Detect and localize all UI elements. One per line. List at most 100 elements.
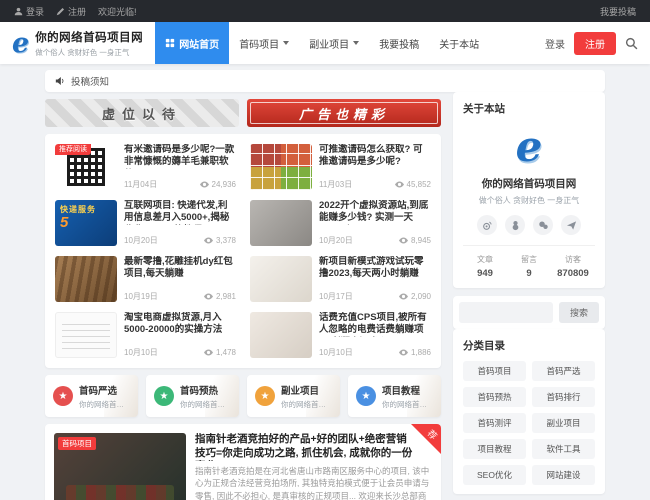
share-plane-icon[interactable] (561, 215, 581, 235)
topbar-login[interactable]: 登录 (14, 5, 44, 18)
stat-comments: 留言 9 (521, 255, 537, 279)
star-icon: ★ (255, 386, 275, 406)
article-title: 最新零撸,花雕挂机dy红包项目,每天躺赚 (124, 256, 233, 280)
article-date: 11月03日 (319, 180, 353, 189)
logo-e-icon: e (515, 122, 543, 171)
article-item[interactable]: 最新零撸,花雕挂机dy红包项目,每天躺赚 10月19日 2,981 (55, 256, 236, 302)
article-thumbnail-qrcode: 推荐阅读 (55, 144, 117, 190)
article-list: 推荐阅读 有米邀请码是多少呢?一款非常慷慨的薅羊毛兼职软件 11月04日 24,… (45, 134, 441, 368)
login-link[interactable]: 登录 (545, 36, 565, 51)
nav-item-shouma[interactable]: 首码项目 (229, 22, 299, 64)
article-title: 淘宝电商虚拟货源,月入5000-20000的实操方法 (124, 312, 223, 336)
topbar-register[interactable]: 注册 (56, 5, 86, 18)
category-link[interactable]: 首码预热 (463, 387, 526, 407)
nav-item-fuye[interactable]: 副业项目 (299, 22, 369, 64)
category-card-jiaocheng[interactable]: ★ 项目教程 你的网络首码项目… (348, 375, 441, 417)
article-views: 45,852 (406, 180, 431, 189)
category-card-fuye[interactable]: ★ 副业项目 你的网络首码项目… (247, 375, 340, 417)
star-icon: ★ (53, 386, 73, 406)
article-views: 2,090 (410, 292, 431, 301)
article-item[interactable]: 推荐阅读 有米邀请码是多少呢?一款非常慷慨的薅羊毛兼职软件 11月04日 24,… (55, 144, 236, 190)
eye-icon (398, 293, 408, 300)
register-button[interactable]: 注册 (574, 31, 616, 55)
speaker-icon (55, 76, 65, 86)
article-views: 24,936 (211, 180, 236, 189)
category-card-desc: 你的网络首码项目… (382, 399, 433, 409)
article-item[interactable]: 新项目新模式游戏试玩零撸2023,每天两小时躺赚50+ 10月17日 2,090 (250, 256, 431, 302)
user-icon (14, 7, 23, 16)
category-card-shouma-yanxuan[interactable]: ★ 首码严选 你的网络首码项目… (45, 375, 138, 417)
notice-label: 投稿须知 (71, 77, 110, 88)
category-link[interactable]: 项目教程 (463, 439, 526, 459)
site-name: 你的网络首码项目网 (35, 31, 144, 44)
logo-e-icon: e (12, 27, 30, 59)
category-link[interactable]: SEO优化 (463, 465, 526, 485)
article-date: 10月10日 (124, 348, 158, 357)
social-links (463, 215, 595, 235)
topbar-submit-link[interactable]: 我要投稿 (600, 5, 636, 18)
category-card-desc: 你的网络首码项目… (180, 399, 231, 409)
category-link[interactable]: 软件工具 (532, 439, 595, 459)
weibo-icon[interactable] (477, 215, 497, 235)
nav-item-submit[interactable]: 我要投稿 (369, 22, 429, 64)
recommend-badge: 推荐阅读 (55, 144, 91, 156)
content-column: 虚位以待 广告也精彩 推荐阅读 有米邀请码是多少呢?一款非常慷慨的薅羊毛兼职软件… (45, 92, 441, 500)
category-link[interactable]: 副业项目 (532, 413, 595, 433)
category-card-shouma-yure[interactable]: ★ 首码预热 你的网络首码项目… (146, 375, 239, 417)
wechat-icon[interactable] (533, 215, 553, 235)
site-logo[interactable]: e 你的网络首码项目网 做个俗人 贪财好色 一身正气 (12, 29, 143, 58)
categories-title: 分类目录 (463, 340, 505, 352)
chevron-down-icon (283, 41, 290, 45)
article-date: 10月19日 (124, 292, 158, 301)
thumbnail-number: 5 (60, 214, 69, 231)
search-input[interactable] (459, 302, 553, 323)
article-item[interactable]: 可推邀请码怎么获取? 可推邀请码是多少呢? 11月03日 45,852 (250, 144, 431, 190)
search-icon[interactable] (625, 37, 638, 50)
article-title: 可推邀请码怎么获取? 可推邀请码是多少呢? (319, 144, 423, 168)
category-card-desc: 你的网络首码项目… (79, 399, 130, 409)
chevron-down-icon (353, 41, 360, 45)
category-link[interactable]: 网站建设 (532, 465, 595, 485)
site-tagline: 做个俗人 贪财好色 一身正气 (35, 47, 130, 57)
nav-item-home[interactable]: 网站首页 (155, 22, 230, 64)
article-title: 互联网项目: 快递代发,利用信息差月入5000+,揭秘收费1288元的教程 (124, 200, 230, 225)
topbar: 登录 注册 欢迎光临! 我要投稿 (0, 0, 650, 22)
article-item[interactable]: 淘宝电商虚拟货源,月入5000-20000的实操方法 10月10日 1,478 (55, 312, 236, 358)
eye-icon (203, 293, 213, 300)
category-link[interactable]: 首码严选 (532, 361, 595, 381)
ad-placeholder-banner[interactable]: 虚位以待 (45, 99, 239, 127)
search-widget: 搜索 (453, 296, 605, 329)
eye-icon (203, 349, 213, 356)
stat-articles: 文章 949 (477, 255, 493, 279)
site-stats: 文章 949 留言 9 访客 870809 (463, 245, 595, 279)
eye-icon (203, 237, 213, 244)
notice-bar[interactable]: 投稿须知 (45, 70, 605, 92)
featured-article[interactable]: 荐 首码项目 指南针老酒竞拍好的产品+好的团队+绝密营销技巧=你走向成功之路, … (45, 424, 441, 500)
article-date: 10月20日 (319, 236, 353, 245)
article-item[interactable]: 话费充值CPS项目,被所有人忽略的电费话费躺赚项目,利润高还省心 10月10日 … (250, 312, 431, 358)
category-card-label: 副业项目 (281, 385, 320, 397)
category-card-row: ★ 首码严选 你的网络首码项目… ★ 首码预热 你的网络首码项目… ★ (45, 375, 441, 417)
about-tagline: 做个俗人 贪财好色 一身正气 (478, 196, 580, 205)
category-card-label: 首码预热 (180, 385, 219, 397)
article-views: 3,378 (215, 236, 236, 245)
article-title: 有米邀请码是多少呢?一款非常慷慨的薅羊毛兼职软件 (124, 144, 235, 169)
category-link[interactable]: 首码排行 (532, 387, 595, 407)
featured-title: 指南针老酒竞拍好的产品+好的团队+绝密营销技巧=你走向成功之路, 抓住机会, 成… (195, 433, 413, 461)
search-button[interactable]: 搜索 (559, 302, 599, 323)
sidebar: 关于本站 e 你的网络首码项目网 做个俗人 贪财好色 一身正气 文章 949 留… (453, 92, 605, 500)
category-link[interactable]: 首码测评 (463, 413, 526, 433)
article-item[interactable]: 快递服务 5 互联网项目: 快递代发,利用信息差月入5000+,揭秘收费1288… (55, 200, 236, 246)
star-icon: ★ (356, 386, 376, 406)
main-nav: 网站首页 首码项目 副业项目 我要投稿 关于本站 (155, 22, 489, 64)
article-thumbnail-document (55, 312, 117, 358)
ad-promo-banner[interactable]: 广告也精彩 (247, 99, 441, 127)
nav-item-about[interactable]: 关于本站 (429, 22, 489, 64)
article-item[interactable]: 2022开个虚拟资源站,到底能赚多少钱? 实测一天1000到5000元... 1… (250, 200, 431, 246)
article-thumbnail-express: 快递服务 5 (55, 200, 117, 246)
eye-icon (398, 237, 408, 244)
eye-icon (398, 349, 408, 356)
qq-icon[interactable] (505, 215, 525, 235)
category-link[interactable]: 首码项目 (463, 361, 526, 381)
article-date: 10月20日 (124, 236, 158, 245)
